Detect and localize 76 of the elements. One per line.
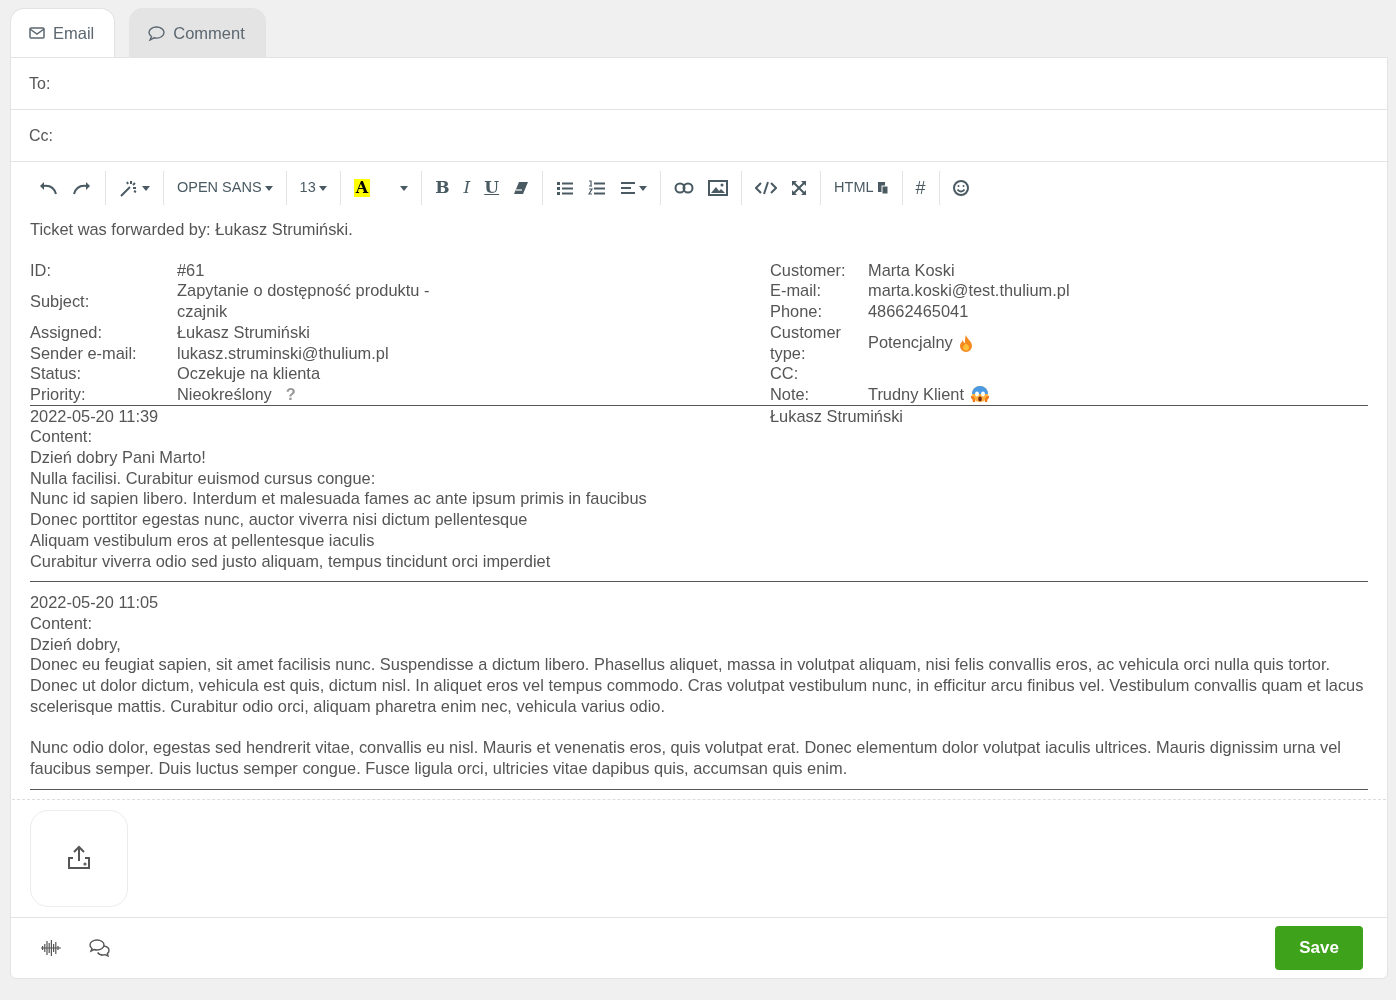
upload-icon xyxy=(66,845,92,872)
info-label: Priority: xyxy=(30,383,87,405)
font-dropdown[interactable]: OPEN SANS xyxy=(172,174,278,202)
speech-bubble-icon xyxy=(148,25,166,41)
html-button[interactable]: HTML xyxy=(829,174,894,202)
content-label: Content: xyxy=(30,426,93,448)
flame-icon xyxy=(958,333,973,352)
link-icon xyxy=(674,182,695,194)
caret-icon xyxy=(264,185,273,191)
caret-icon xyxy=(142,185,150,191)
message-text: Nulla facilisi. Curabitur euismod cursus congue: xyxy=(30,467,377,489)
info-label: Note: xyxy=(770,383,811,405)
image-icon xyxy=(708,180,729,196)
field-label: To: xyxy=(29,73,52,94)
eraser-icon xyxy=(513,181,530,195)
message-text: Donec porttitor egestas nunc, auctor viverra nisi dictum pellentesque xyxy=(30,509,529,530)
message-date: 2022-05-20 11:05 xyxy=(30,592,160,613)
info-label: Subject: xyxy=(30,290,91,312)
message-text: Dzień dobry Pani Marto! xyxy=(30,447,207,468)
font-size-dropdown[interactable]: 13 xyxy=(294,174,332,202)
content-label: Content: xyxy=(30,612,93,634)
message-text: Curabitur viverra odio sed justo aliquam, tempus tincidunt orci imperdiet xyxy=(30,550,552,572)
info-value: Zapytanie o dostępność produktu - czajnik xyxy=(177,280,431,322)
info-value: marta.koski@test.thulium.pl xyxy=(868,280,1070,302)
info-label: Status: xyxy=(30,363,83,384)
chat-bubbles-icon xyxy=(89,939,111,958)
tab[interactable]: Email xyxy=(10,8,116,57)
info-label: Sender e-mail: xyxy=(30,342,138,364)
info-label: Customer: xyxy=(770,259,847,281)
text-color-button[interactable]: A xyxy=(348,174,376,202)
message-text: Donec eu feugiat sapien, sit amet facilisis nunc. Suspendisse a dictum libero. Phasellus aliquet, massa in volutpat aliquam, nisi felis convallis eros, ac vehicula orci nulla quis tortor. Donec ut dolor dictum, vehicula est quis, dictum nisl. In aliquet eros vel tempus commodo. Cras volutpat vestibulum nunc, in efficitur arcu finibus vel. Vestibulum convallis quam et lacus scelerisque mattis. Curabitur odio orci, aliquam pharetra enim nec, vehicula varius odio. xyxy=(30,654,1365,717)
italic-button[interactable]: I xyxy=(458,174,476,202)
info-label: Customer type: xyxy=(770,321,843,364)
code-icon xyxy=(755,181,778,195)
caret-icon xyxy=(639,185,648,191)
message-date: 2022-05-20 11:39 xyxy=(30,405,160,427)
underline-button[interactable]: U xyxy=(479,174,505,202)
caret-icon xyxy=(318,185,327,191)
field-label: Cc: xyxy=(29,125,54,146)
forwarded-note: Ticket was forwarded by: Łukasz Strumiński. xyxy=(30,219,354,240)
undo-icon xyxy=(38,181,58,195)
message-text: Dzień dobry, xyxy=(30,633,122,655)
info-value: lukasz.struminski@thulium.pl xyxy=(177,342,389,364)
info-value: Trudny Klient xyxy=(868,383,964,405)
smiley-icon xyxy=(952,180,969,196)
screaming-face-icon xyxy=(969,385,990,404)
magic-wand-icon xyxy=(119,179,139,197)
info-label: E-mail: xyxy=(770,280,822,302)
info-label: CC: xyxy=(770,363,800,384)
align-icon xyxy=(620,182,637,194)
info-label: Phone: xyxy=(770,301,823,322)
message-text: Nunc id sapien libero. Interdum et malesuada fames ac ante ipsum primis in faucibus xyxy=(30,488,648,510)
info-value: Marta Koski xyxy=(868,259,955,281)
fullscreen-icon xyxy=(791,180,808,196)
message-text: Nunc odio dolor, egestas sed hendrerit vitae, convallis eu nisl. Mauris et venenatis eros, quis volutpat erat. Donec elementum dolor volutpat iaculis ultrices. Mauris dignissim urna vel faucibus semper. Duis luctus semper congue. Fusce ligula orci, ultricies vitae dapibus quis, accumsan quis enim. xyxy=(30,737,1342,779)
hashtag-button[interactable]: # xyxy=(910,174,931,202)
caret-icon xyxy=(400,185,409,191)
help-mark: ? xyxy=(285,383,296,405)
envelope-icon xyxy=(29,27,45,39)
waveform-icon xyxy=(41,939,61,958)
info-value: Łukasz Strumiński xyxy=(177,321,310,343)
bold-button[interactable]: B xyxy=(430,174,455,202)
clipboard-icon xyxy=(876,181,889,195)
info-label: Assigned: xyxy=(30,321,103,343)
info-label: ID: xyxy=(30,259,52,281)
info-value: Potencjalny xyxy=(868,332,953,353)
info-value: 48662465041 xyxy=(868,301,969,322)
message-text: Aliquam vestibulum eros at pellentesque iaculis xyxy=(30,529,376,551)
info-value: Nieokreślony xyxy=(177,383,272,405)
numbered-list-icon xyxy=(588,180,607,196)
info-value: #61 xyxy=(177,259,205,281)
info-value: Oczekuje na klienta xyxy=(177,363,321,384)
bullet-list-icon xyxy=(556,180,575,196)
tab[interactable]: Comment xyxy=(129,8,266,57)
message-author: Łukasz Strumiński xyxy=(770,405,904,427)
redo-icon xyxy=(72,181,92,195)
